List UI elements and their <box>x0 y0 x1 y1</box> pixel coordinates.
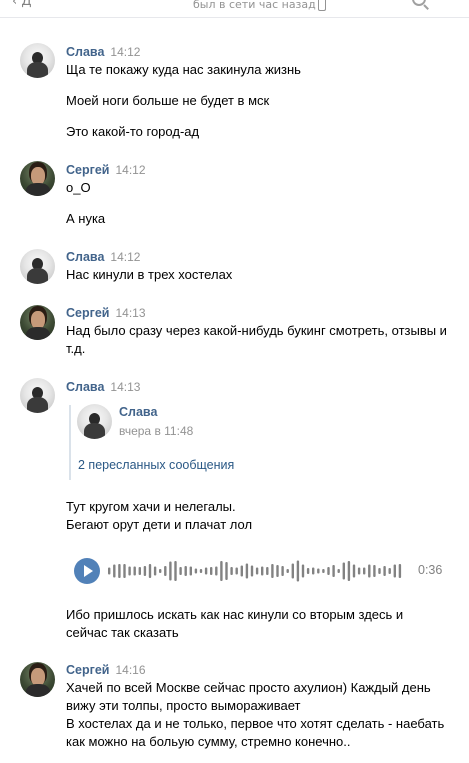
message-text: Бегают орут дети и плачат лол <box>66 517 253 532</box>
message-time[interactable]: 14:13 <box>115 306 145 320</box>
author-name[interactable]: Сергей <box>66 663 109 677</box>
forwarded-time: вчера в 11:48 <box>119 424 194 438</box>
message-text: Тут кругом хачи и нелегалы. <box>66 499 236 514</box>
message-text: Это какой-то город-ад <box>66 124 200 139</box>
chat-header: ‹ Д был в сети час назад <box>0 0 469 18</box>
message-header: Сергей 14:16 <box>66 663 146 679</box>
play-button[interactable] <box>74 558 100 584</box>
message-time[interactable]: 14:16 <box>115 663 145 677</box>
waveform[interactable] <box>108 558 408 584</box>
author-name[interactable]: Сергей <box>66 163 109 177</box>
avatar[interactable] <box>20 305 55 340</box>
avatar[interactable] <box>20 662 55 697</box>
message-text: Хачей по всей Москве сейчас просто ахули… <box>66 680 431 713</box>
author-name[interactable]: Слава <box>66 250 104 264</box>
message-header: Слава 14:12 <box>66 45 140 61</box>
back-button[interactable]: ‹ Д <box>12 0 32 9</box>
message-header: Слава 14:12 <box>66 250 140 266</box>
message-time[interactable]: 14:12 <box>110 45 140 59</box>
message-header: Сергей 14:13 <box>66 306 146 322</box>
avatar[interactable] <box>20 249 55 284</box>
message-text: Ибо пришлось искать как нас кинули со вт… <box>66 607 404 640</box>
message-text: А нука <box>66 211 106 226</box>
phone-icon <box>318 0 326 11</box>
message-header: Слава 14:13 <box>66 380 140 396</box>
last-seen-status: был в сети час назад <box>193 0 316 11</box>
forwarded-author[interactable]: Слава <box>119 405 157 419</box>
message-time[interactable]: 14:12 <box>115 163 145 177</box>
message-time[interactable]: 14:13 <box>110 380 140 394</box>
message-text: о_О <box>66 180 91 195</box>
avatar[interactable] <box>20 378 55 413</box>
message-time[interactable]: 14:12 <box>110 250 140 264</box>
voice-message: 0:36 <box>74 558 454 584</box>
author-name[interactable]: Слава <box>66 45 104 59</box>
avatar[interactable] <box>20 43 55 78</box>
forward-bar <box>69 405 71 480</box>
message-text: Над было сразу через какой-нибудь букинг… <box>66 323 447 356</box>
author-name[interactable]: Сергей <box>66 306 109 320</box>
message-text: Нас кинули в трех хостелах <box>66 267 233 282</box>
author-name[interactable]: Слава <box>66 380 104 394</box>
search-icon[interactable] <box>412 0 426 6</box>
message-text: Ща те покажу куда нас закинула жизнь <box>66 62 301 77</box>
avatar[interactable] <box>20 161 55 196</box>
message-text: Моей ноги больше не будет в мск <box>66 93 270 108</box>
message-header: Сергей 14:12 <box>66 163 146 179</box>
forwarded-avatar[interactable] <box>77 404 112 439</box>
voice-duration: 0:36 <box>418 563 443 577</box>
forwarded-messages-link[interactable]: 2 пересланных сообщения <box>78 458 234 472</box>
message-text: В хостелах да и не только, первое что хо… <box>66 716 445 749</box>
